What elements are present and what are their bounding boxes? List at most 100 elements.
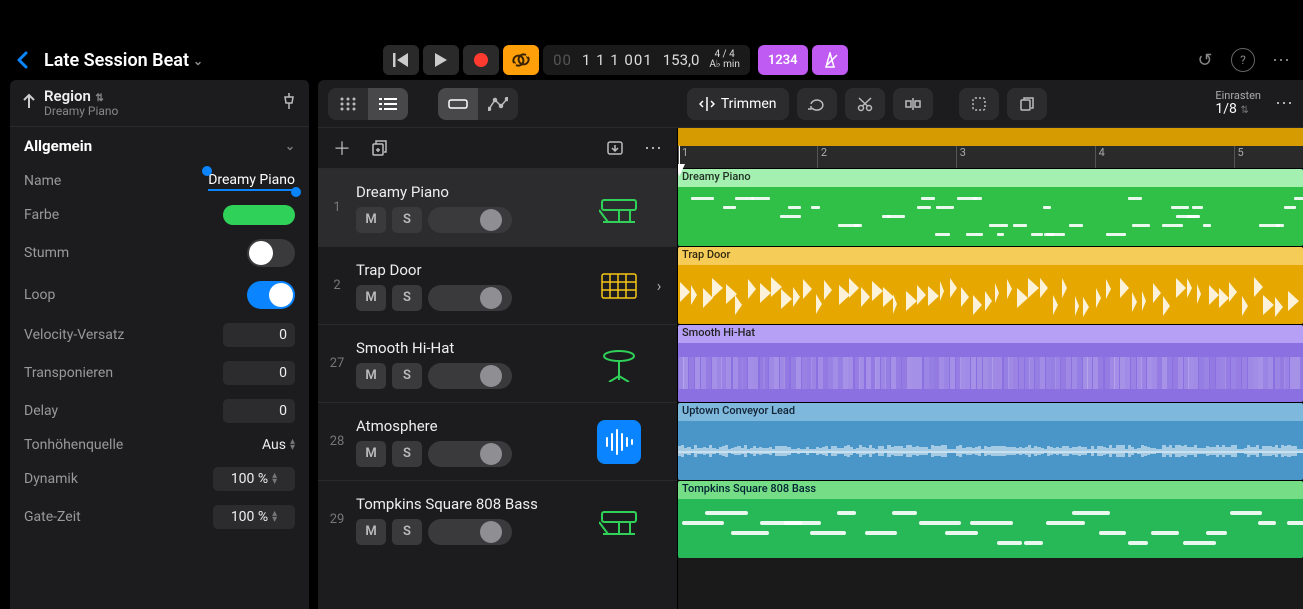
marquee-tool-button[interactable] [959, 88, 999, 120]
solo-button[interactable]: S [392, 441, 422, 467]
region-name: Dreamy Piano [678, 169, 1303, 187]
region-lane[interactable]: Tompkins Square 808 Bass [678, 480, 1303, 558]
dynamics-field[interactable]: 100 %▴▾ [213, 467, 295, 491]
delay-field[interactable]: 0 [223, 399, 295, 423]
loop-toggle[interactable] [247, 281, 295, 309]
trim-tool-button[interactable]: Trimmen [687, 88, 789, 120]
prop-gate: Gate-Zeit 100 %▴▾ [10, 498, 309, 536]
color-swatch[interactable] [223, 205, 295, 225]
title-bar: Late Session Beat ⌄ 00 1 1 1 001 153,0 4… [0, 40, 1303, 80]
track-instrument-icon[interactable] [597, 264, 641, 308]
chevron-right-icon[interactable]: › [649, 276, 669, 295]
track-row[interactable]: 2 Trap Door M S › [318, 246, 677, 324]
region-mode-button[interactable] [438, 88, 478, 120]
duplicate-track-button[interactable] [366, 134, 394, 162]
inspector-header[interactable]: Region ⇅ Dreamy Piano [44, 88, 281, 118]
bar-tick: 5 [1234, 146, 1244, 168]
signature-display: 4 / 4 A♭ min [709, 50, 739, 70]
gate-field[interactable]: 100 %▴▾ [213, 505, 295, 529]
bar-tick: 2 [817, 146, 827, 168]
track-instrument-icon[interactable] [597, 186, 641, 230]
solo-button[interactable]: S [392, 363, 422, 389]
back-button[interactable] [10, 48, 34, 72]
velocity-field[interactable]: 0 [223, 323, 295, 347]
more-menu-icon[interactable]: ⋯ [1269, 48, 1293, 72]
import-button[interactable] [601, 134, 629, 162]
toolbar-more-button[interactable]: ⋯ [1275, 93, 1293, 114]
region-name: Tompkins Square 808 Bass [678, 481, 1303, 499]
lcd-display[interactable]: 00 1 1 1 001 153,0 4 / 4 A♭ min [543, 45, 750, 75]
edit-mode-segment [438, 88, 518, 120]
track-row[interactable]: 1 Dreamy Piano M S [318, 168, 677, 246]
pitchsrc-select[interactable]: Aus▴▾ [262, 437, 295, 453]
cycle-button[interactable] [503, 45, 539, 75]
track-name-label: Dreamy Piano [356, 183, 589, 201]
region[interactable]: Smooth Hi-Hat [678, 325, 1303, 402]
region-lane[interactable]: Uptown Conveyor Lead [678, 402, 1303, 480]
prop-loop: Loop [10, 274, 309, 316]
automation-mode-button[interactable] [478, 88, 518, 120]
metronome-button[interactable] [812, 45, 848, 75]
playhead[interactable] [679, 146, 680, 168]
view-grid-button[interactable] [328, 88, 368, 120]
track-row[interactable]: 28 Atmosphere M S [318, 402, 677, 480]
region-lane[interactable]: Smooth Hi-Hat [678, 324, 1303, 402]
project-title[interactable]: Late Session Beat ⌄ [44, 50, 203, 71]
region[interactable]: Trap Door [678, 247, 1303, 324]
section-allgemein[interactable]: Allgemein ⌄ [10, 127, 309, 165]
volume-fader[interactable] [428, 207, 512, 233]
region-name-field[interactable]: Dreamy Piano [208, 172, 295, 191]
solo-button[interactable]: S [392, 207, 422, 233]
mute-toggle[interactable] [247, 239, 295, 267]
volume-fader[interactable] [428, 363, 512, 389]
app-window: Late Session Beat ⌄ 00 1 1 1 001 153,0 4… [0, 0, 1303, 609]
volume-fader[interactable] [428, 285, 512, 311]
solo-button[interactable]: S [392, 285, 422, 311]
loop-tool-button[interactable] [797, 88, 837, 120]
pin-icon[interactable] [281, 92, 297, 114]
add-track-button[interactable]: ＋ [328, 134, 356, 162]
mute-button[interactable]: M [356, 441, 386, 467]
split-tool-button[interactable] [893, 88, 933, 120]
marker-lane[interactable] [678, 128, 1303, 146]
copy-tool-button[interactable] [1007, 88, 1047, 120]
tracklist-more-button[interactable]: ⋯ [639, 134, 667, 162]
arrange-area: 12345 Dreamy Piano Trap DoorSmooth Hi-Hat… [678, 128, 1303, 609]
region-lane[interactable]: Dreamy Piano [678, 168, 1303, 246]
region[interactable]: Tompkins Square 808 Bass [678, 481, 1303, 558]
track-instrument-icon[interactable] [597, 420, 641, 464]
track-number: 29 [326, 512, 348, 527]
bar-ruler[interactable]: 12345 [678, 146, 1303, 168]
ruler: 12345 [678, 128, 1303, 168]
undo-history-icon[interactable]: ↺ [1193, 48, 1217, 72]
scissors-tool-button[interactable] [845, 88, 885, 120]
track-row[interactable]: 27 Smooth Hi-Hat M S [318, 324, 677, 402]
track-instrument-icon[interactable] [597, 342, 641, 386]
count-in-button[interactable]: 1234 [758, 45, 808, 75]
record-button[interactable] [463, 45, 499, 75]
mute-button[interactable]: M [356, 285, 386, 311]
mute-button[interactable]: M [356, 207, 386, 233]
mute-button[interactable]: M [356, 363, 386, 389]
volume-fader[interactable] [428, 519, 512, 545]
transpose-field[interactable]: 0 [223, 361, 295, 385]
updown-icon: ⇅ [93, 93, 104, 104]
volume-fader[interactable] [428, 441, 512, 467]
go-to-start-button[interactable] [383, 45, 419, 75]
region-lane[interactable]: Trap Door [678, 246, 1303, 324]
transport-controls: 00 1 1 1 001 153,0 4 / 4 A♭ min 1234 [383, 45, 847, 75]
inspector-up-button[interactable] [22, 93, 36, 113]
region[interactable]: Dreamy Piano [678, 169, 1303, 246]
tempo-display: 153,0 [663, 51, 700, 69]
mute-button[interactable]: M [356, 519, 386, 545]
region[interactable]: Uptown Conveyor Lead [678, 403, 1303, 480]
help-icon[interactable]: ? [1231, 48, 1255, 72]
track-number: 1 [326, 200, 348, 215]
play-button[interactable] [423, 45, 459, 75]
track-instrument-icon[interactable] [597, 498, 641, 542]
track-row[interactable]: 29 Tompkins Square 808 Bass M S [318, 480, 677, 558]
view-list-button[interactable] [368, 88, 408, 120]
snap-menu[interactable]: Einrasten 1/8 ⇅ [1215, 90, 1261, 117]
solo-button[interactable]: S [392, 519, 422, 545]
track-name-label: Tompkins Square 808 Bass [356, 495, 589, 513]
